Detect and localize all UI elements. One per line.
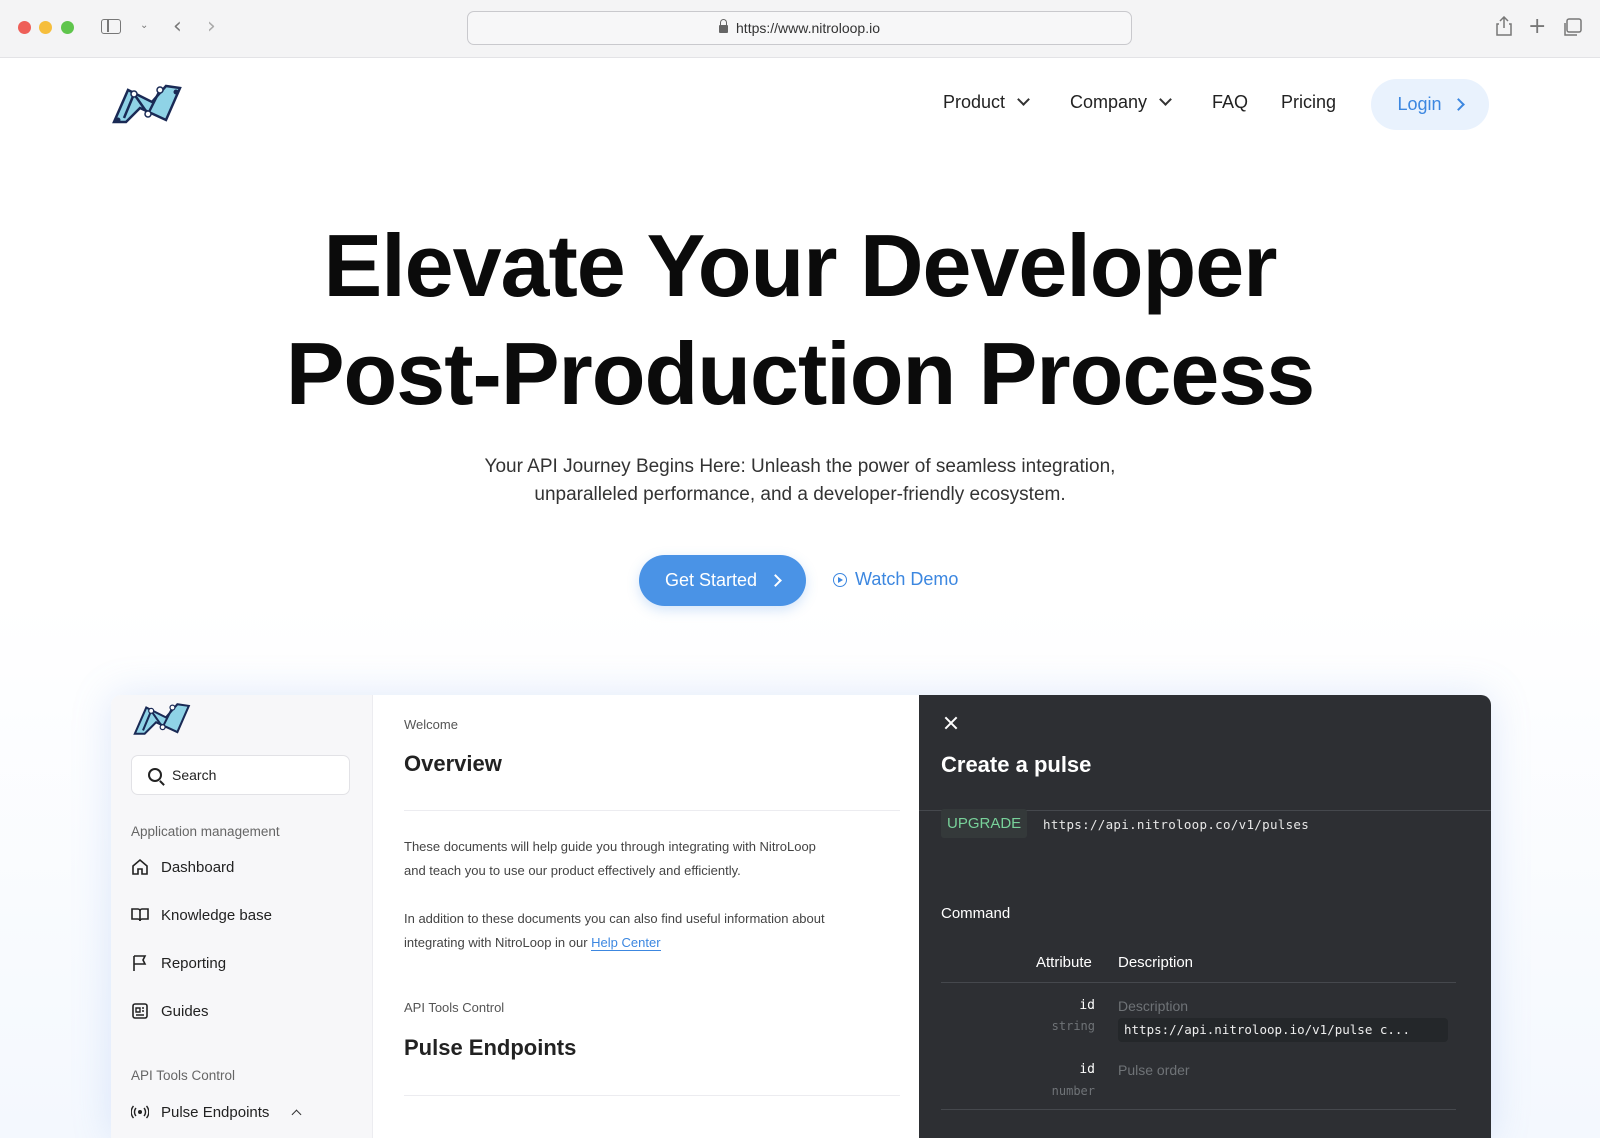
sidebar-item-guides[interactable]: Guides — [131, 1002, 209, 1020]
hero-subtitle-line2: unparalleled performance, and a develope… — [534, 484, 1066, 505]
divider — [404, 1095, 900, 1096]
sidebar-section-label: API Tools Control — [131, 1068, 236, 1083]
nav-product[interactable]: Product — [943, 92, 1030, 113]
app-content: Welcome Overview These documents will he… — [373, 695, 930, 1138]
content-paragraph: In addition to these documents you can a… — [404, 907, 864, 955]
paragraph-line: integrating with NitroLoop in our — [404, 935, 592, 950]
panel-title: Create a pulse — [941, 752, 1092, 777]
sidebar-search-input[interactable]: Search — [131, 755, 350, 795]
sidebar-section-label: Application management — [131, 824, 280, 839]
search-placeholder: Search — [172, 767, 217, 783]
attribute-name: id — [1079, 998, 1095, 1013]
command-label: Command — [941, 905, 1011, 922]
share-icon[interactable] — [1496, 15, 1512, 36]
book-icon — [131, 908, 149, 922]
sidebar-item-label: Dashboard — [161, 858, 235, 876]
nav-company-label: Company — [1070, 92, 1148, 112]
upgrade-badge[interactable]: UPGRADE — [941, 809, 1028, 838]
hero-subtitle-line1: Your API Journey Begins Here: Unleash th… — [484, 456, 1116, 477]
chevron-right-icon — [1451, 98, 1465, 111]
address-bar[interactable]: https://www.nitroloop.io — [467, 11, 1132, 45]
nav-product-label: Product — [943, 92, 1006, 112]
lock-icon — [719, 19, 729, 33]
app-preview: Search Application management Dashboard … — [111, 695, 1491, 1138]
forward-icon[interactable]: › — [207, 16, 216, 38]
help-center-link[interactable]: Help Center — [591, 935, 661, 951]
chevron-down-icon[interactable]: ⌄ — [140, 21, 148, 31]
table-divider — [941, 982, 1456, 983]
paragraph-line: These documents will help guide you thro… — [404, 839, 816, 854]
section-title: Pulse Endpoints — [404, 1035, 577, 1060]
watch-demo-link[interactable]: Watch Demo — [833, 569, 958, 590]
chevron-down-icon — [1159, 93, 1172, 106]
nav-pricing[interactable]: Pricing — [1281, 92, 1336, 113]
sidebar-item-label: Reporting — [161, 954, 227, 972]
content-title: Overview — [404, 751, 502, 776]
sidebar-item-label: Knowledge base — [161, 906, 272, 924]
code-snippet: https://api.nitroloop.io/v1/pulse c... — [1118, 1018, 1448, 1042]
hero-title-line1: Elevate Your Developer — [323, 216, 1278, 315]
nav-faq-label: FAQ — [1212, 92, 1249, 112]
attribute-description: Pulse order — [1118, 1062, 1190, 1078]
nav-company[interactable]: Company — [1070, 92, 1172, 113]
sidebar-item-knowledge-base[interactable]: Knowledge base — [131, 906, 272, 924]
sidebar-item-label: Guides — [161, 1002, 209, 1020]
chevron-up-icon[interactable] — [291, 1109, 302, 1119]
url-text: https://www.nitroloop.io — [736, 20, 880, 36]
column-header-description: Description — [1118, 954, 1194, 971]
watch-demo-label: Watch Demo — [855, 569, 959, 589]
search-icon — [148, 768, 162, 782]
hero-subtitle: Your API Journey Begins Here: Unleash th… — [400, 453, 1200, 509]
sidebar-item-pulse-endpoints[interactable]: Pulse Endpoints — [131, 1103, 302, 1121]
paragraph-line: In addition to these documents you can a… — [404, 911, 825, 926]
column-header-attribute: Attribute — [1036, 954, 1092, 971]
newspaper-icon — [132, 1003, 148, 1019]
get-started-label: Get Started — [664, 570, 758, 590]
section-eyebrow: API Tools Control — [404, 1000, 505, 1015]
content-paragraph: These documents will help guide you thro… — [404, 835, 864, 883]
play-icon — [833, 572, 847, 587]
endpoint-url: https://api.nitroloop.co/v1/pulses — [1043, 817, 1310, 832]
app-sidebar: Search Application management Dashboard … — [111, 695, 373, 1138]
sidebar-item-dashboard[interactable]: Dashboard — [131, 858, 234, 876]
hero-title: Elevate Your Developer Post-Production P… — [0, 212, 1600, 428]
chevron-right-icon — [769, 574, 782, 587]
nitroloop-logo[interactable] — [110, 82, 182, 126]
get-started-button[interactable]: Get Started — [639, 555, 806, 606]
maximize-window-button[interactable] — [61, 21, 74, 34]
new-tab-icon[interactable]: + — [1528, 16, 1546, 38]
nav-faq[interactable]: FAQ — [1212, 92, 1248, 113]
close-window-button[interactable] — [18, 21, 31, 34]
login-button[interactable]: Login — [1371, 79, 1489, 130]
close-icon[interactable] — [942, 714, 960, 732]
app-logo — [131, 701, 191, 742]
attribute-type: string — [1051, 1019, 1095, 1033]
paragraph-line: and teach you to use our product effecti… — [404, 863, 741, 878]
sidebar-item-reporting[interactable]: Reporting — [131, 954, 226, 972]
nav-pricing-label: Pricing — [1281, 92, 1337, 112]
broadcast-icon — [131, 1105, 149, 1119]
sidebar-toggle-icon[interactable] — [101, 19, 121, 34]
chevron-down-icon — [1017, 93, 1030, 106]
tab-overview-icon[interactable] — [1562, 18, 1582, 41]
attribute-description: Description — [1118, 998, 1189, 1014]
sidebar-item-label: Pulse Endpoints — [161, 1103, 270, 1121]
login-label: Login — [1397, 94, 1442, 114]
attribute-name: id — [1079, 1062, 1095, 1077]
browser-toolbar: ⌄ ‹ › https://www.nitroloop.io + — [0, 0, 1600, 58]
divider — [404, 810, 900, 811]
home-icon — [132, 858, 148, 875]
create-pulse-panel: Create a pulse UPGRADE https://api.nitro… — [919, 695, 1491, 1138]
table-divider — [941, 1109, 1456, 1110]
flag-icon — [133, 955, 147, 971]
minimize-window-button[interactable] — [39, 21, 52, 34]
back-icon[interactable]: ‹ — [173, 16, 182, 38]
hero-title-line2: Post-Production Process — [285, 324, 1315, 423]
attribute-type: number — [1051, 1084, 1095, 1098]
content-eyebrow: Welcome — [404, 717, 458, 732]
